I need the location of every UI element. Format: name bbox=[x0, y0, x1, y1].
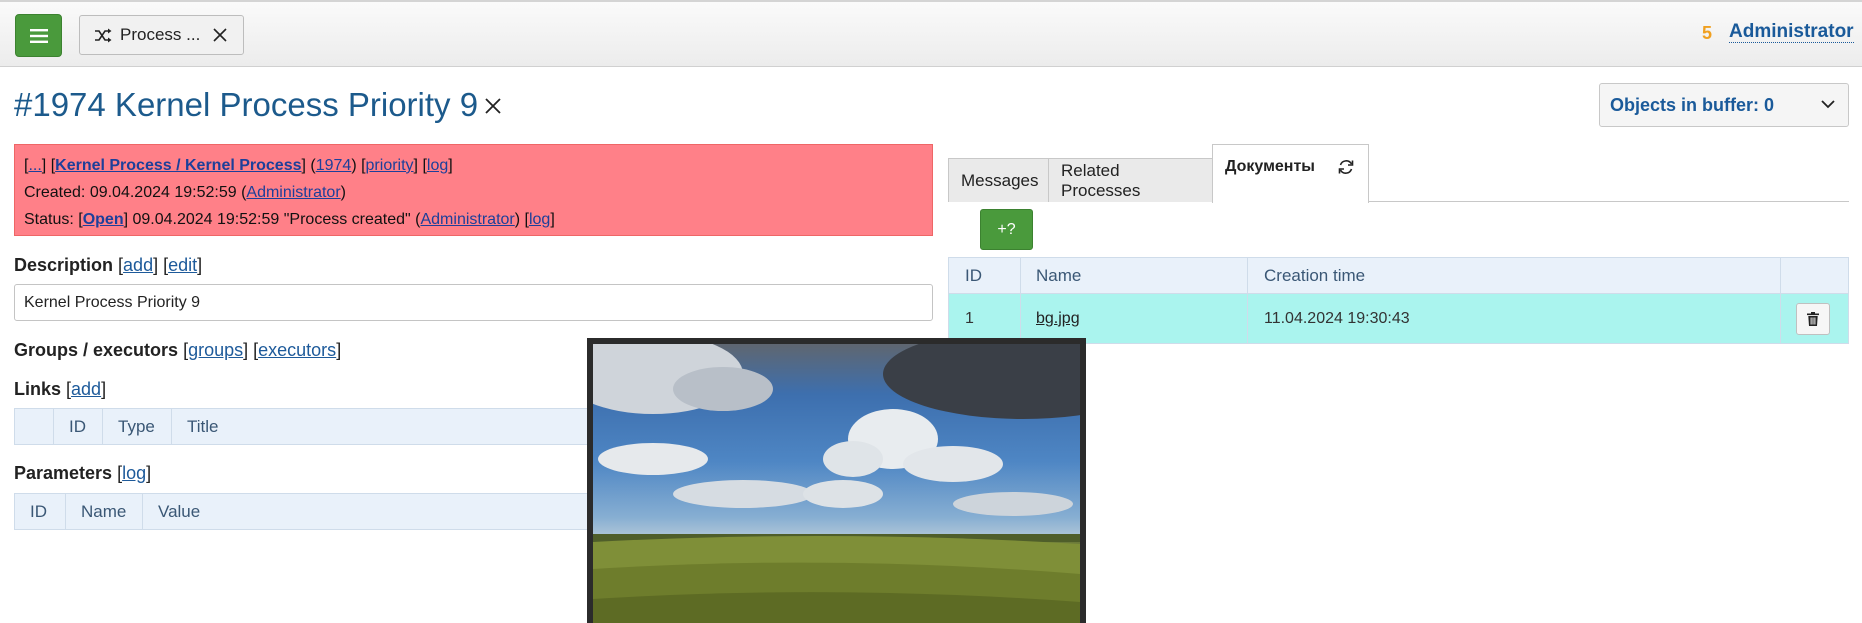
chevron-down-icon bbox=[1821, 100, 1835, 109]
groups-link[interactable]: groups bbox=[188, 340, 243, 360]
params-col-id: ID bbox=[15, 494, 66, 529]
tab-messages[interactable]: Messages bbox=[948, 158, 1049, 202]
doc-created: 11.04.2024 19:30:43 bbox=[1264, 309, 1410, 327]
shuffle-icon bbox=[95, 28, 112, 42]
links-col-type: Type bbox=[103, 409, 172, 444]
status-link[interactable]: Open bbox=[83, 211, 124, 228]
parameters-log-link[interactable]: log bbox=[122, 463, 146, 483]
description-field[interactable]: Kernel Process Priority 9 bbox=[14, 284, 933, 321]
links-add-link[interactable]: add bbox=[71, 379, 101, 399]
delete-document-button[interactable] bbox=[1796, 303, 1830, 335]
docs-col-id: ID bbox=[965, 265, 982, 285]
status-user-link[interactable]: Administrator bbox=[420, 211, 514, 228]
page-title: #1974 Kernel Process Priority 9 bbox=[14, 86, 479, 123]
links-col-title: Title bbox=[187, 416, 219, 436]
process-log-link[interactable]: log bbox=[427, 157, 448, 174]
open-process-tab[interactable]: Process ... bbox=[79, 15, 244, 55]
user-menu-link[interactable]: Administrator bbox=[1729, 21, 1854, 43]
description-label: Description [add] [edit] bbox=[14, 255, 203, 275]
notification-count[interactable]: 5 bbox=[1702, 23, 1712, 44]
created-line: Created: 09.04.2024 19:52:59 (Administra… bbox=[24, 184, 346, 201]
hamburger-icon bbox=[29, 28, 48, 43]
process-status-box: [...] [Kernel Process / Kernel Process] … bbox=[14, 144, 933, 236]
refresh-icon[interactable] bbox=[1337, 158, 1355, 176]
process-type-link[interactable]: Kernel Process / Kernel Process bbox=[55, 157, 301, 174]
params-col-value: Value bbox=[158, 501, 201, 521]
buffer-label: Objects in buffer: 0 bbox=[1610, 94, 1775, 115]
executors-link[interactable]: executors bbox=[258, 340, 336, 360]
docs-col-name: Name bbox=[1036, 265, 1082, 285]
tab-label: Process ... bbox=[120, 25, 201, 44]
documents-table-header: ID Name Creation time bbox=[948, 257, 1849, 294]
parameters-label: Parameters [log] bbox=[14, 463, 152, 483]
objects-buffer-dropdown[interactable]: Objects in buffer: 0 bbox=[1599, 83, 1849, 127]
process-menu-link[interactable]: ... bbox=[28, 157, 41, 174]
close-tab-icon[interactable] bbox=[212, 27, 228, 43]
add-document-button[interactable]: +? bbox=[980, 209, 1033, 250]
creator-link[interactable]: Administrator bbox=[246, 184, 340, 201]
docs-col-created: Creation time bbox=[1264, 265, 1366, 285]
top-bar: Process ... 5 Administrator bbox=[0, 0, 1862, 67]
trash-icon bbox=[1807, 312, 1819, 326]
doc-id: 1 bbox=[965, 309, 974, 327]
status-line: Status: [Open] 09.04.2024 19:52:59 "Proc… bbox=[24, 211, 555, 228]
links-col-id: ID bbox=[54, 409, 103, 444]
status-log-link[interactable]: log bbox=[529, 211, 550, 228]
tab-documents[interactable]: Документы bbox=[1212, 144, 1369, 203]
menu-button[interactable] bbox=[15, 14, 62, 57]
description-add-link[interactable]: add bbox=[123, 255, 153, 275]
close-icon[interactable] bbox=[484, 97, 502, 115]
table-row[interactable]: 1 bg.jpg 11.04.2024 19:30:43 bbox=[948, 294, 1849, 344]
process-header-line: [...] [Kernel Process / Kernel Process] … bbox=[24, 157, 453, 174]
process-tabs: Messages Related Processes Документы bbox=[948, 144, 1849, 203]
links-table-header: ID Type Title bbox=[14, 408, 594, 445]
doc-file-link[interactable]: bg.jpg bbox=[1036, 310, 1080, 328]
description-edit-link[interactable]: edit bbox=[168, 255, 197, 275]
params-col-name: Name bbox=[66, 494, 143, 529]
image-preview-popup[interactable] bbox=[587, 338, 1086, 623]
priority-link[interactable]: priority bbox=[366, 157, 414, 174]
landscape-image bbox=[593, 344, 1080, 623]
links-col-select bbox=[15, 409, 54, 444]
groups-label: Groups / executors [groups] [executors] bbox=[14, 340, 342, 360]
parameters-table-header: ID Name Value bbox=[14, 493, 594, 530]
links-label: Links [add] bbox=[14, 379, 107, 399]
process-id-link[interactable]: 1974 bbox=[316, 157, 352, 174]
tab-related-processes[interactable]: Related Processes bbox=[1048, 158, 1213, 202]
